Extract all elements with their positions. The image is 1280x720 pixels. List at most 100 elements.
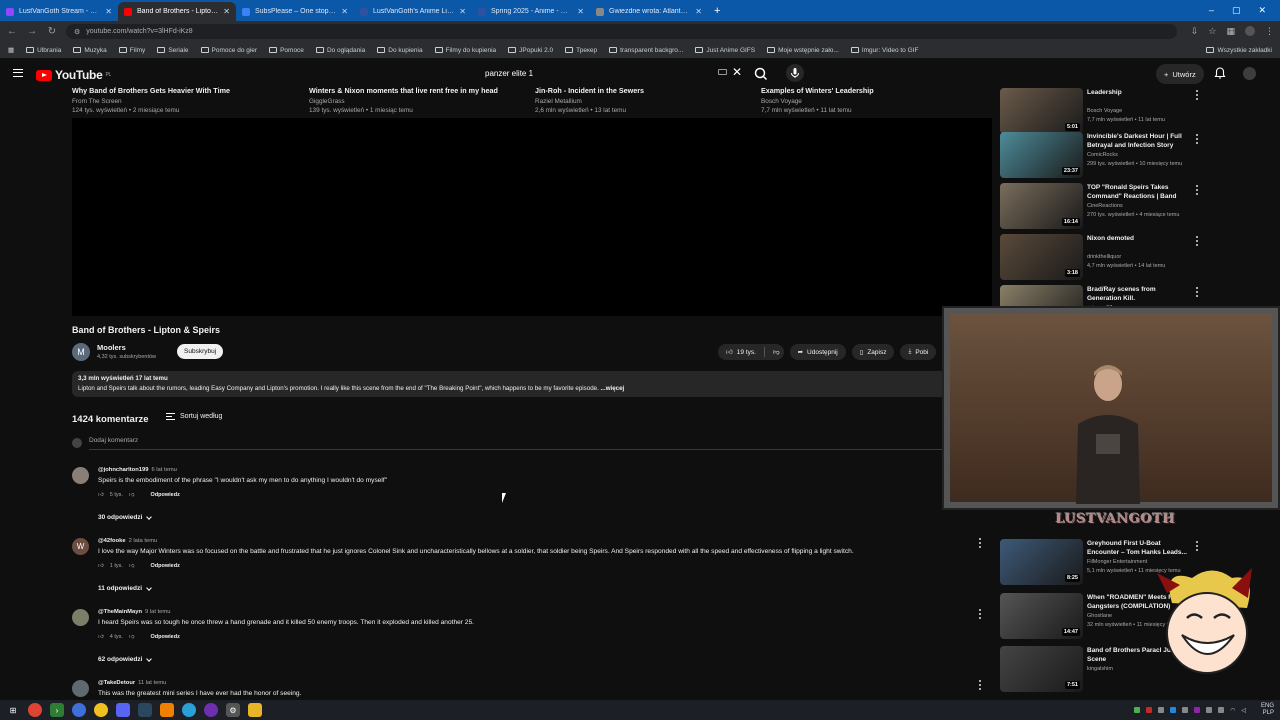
tray-icon[interactable] — [1218, 707, 1225, 713]
account-avatar[interactable] — [1243, 67, 1256, 80]
keyboard-icon[interactable] — [718, 69, 727, 75]
tab-close-icon[interactable]: ✕ — [105, 7, 112, 16]
bookmark-item[interactable]: Muzyka — [73, 47, 107, 54]
minimize-icon[interactable]: – — [1209, 5, 1214, 16]
video-thumbnail[interactable]: 23:37 — [1000, 132, 1083, 178]
like-button[interactable]: 👍︎ 19 tys. — [726, 348, 756, 357]
browser-tab[interactable]: LustVanGoth's Anime List - My ✕ — [354, 2, 472, 21]
commenter-avatar[interactable]: W — [72, 538, 89, 555]
sidebar-video-channel[interactable]: Ghostlane — [1087, 613, 1112, 619]
sidebar-video-title[interactable]: Nixon demoted — [1087, 235, 1187, 244]
comment-timestamp[interactable]: 2 lata temu — [129, 538, 158, 544]
browser-tab[interactable]: Spring 2025 - Anime - MyAnim ✕ — [472, 2, 590, 21]
comment-timestamp[interactable]: 9 lat temu — [145, 609, 170, 615]
view-replies-button[interactable]: 30 odpowiedzi — [98, 513, 153, 521]
bookmark-item[interactable]: Filmy do kupienia — [434, 47, 496, 54]
tray-icon[interactable] — [1146, 707, 1153, 713]
browser-tab[interactable]: Band of Brothers - Lipton & Sp ✕ — [118, 2, 236, 21]
related-video-card[interactable]: Winters & Nixon moments that live rent f… — [309, 86, 529, 114]
comment-like-button[interactable]: 👍︎ — [98, 563, 104, 569]
video-menu-icon[interactable] — [1195, 134, 1199, 144]
steam-icon[interactable] — [138, 703, 152, 717]
video-menu-icon[interactable] — [1195, 236, 1199, 246]
comment-like-button[interactable]: 👍︎ — [98, 492, 104, 498]
video-thumbnail[interactable]: 7:51 — [1000, 646, 1083, 692]
related-video-card[interactable]: Examples of Winters' Leadership Bosch Voy… — [761, 86, 981, 114]
comment-like-button[interactable]: 👍︎ — [98, 634, 104, 640]
sidebar-video-title[interactable]: Invincible's Darkest Hour | Full Betraya… — [1087, 133, 1187, 150]
reply-button[interactable]: Odpowiedz — [151, 492, 180, 498]
video-thumbnail[interactable]: 16:14 — [1000, 183, 1083, 229]
video-menu-icon[interactable] — [1195, 287, 1199, 297]
chrome-icon[interactable] — [28, 703, 42, 717]
bookmark-item[interactable]: Ulbrania — [26, 47, 61, 54]
telegram-icon[interactable] — [182, 703, 196, 717]
tray-icon[interactable] — [1182, 707, 1189, 713]
tab-close-icon[interactable]: ✕ — [223, 7, 230, 16]
related-video-card[interactable]: Why Band of Brothers Gets Heavier With T… — [72, 86, 292, 114]
tray-icon[interactable] — [1206, 707, 1213, 713]
sidebar-video-title[interactable]: Greyhound First U-Boat Encounter – Tom H… — [1087, 540, 1187, 557]
comment-menu-icon[interactable] — [978, 609, 982, 619]
tray-icon[interactable] — [1134, 707, 1141, 713]
vlc-icon[interactable] — [160, 703, 174, 717]
bookmark-item[interactable]: Do kupienia — [377, 47, 423, 54]
wifi-icon[interactable]: ◠ — [1230, 707, 1235, 714]
profile-icon[interactable] — [1245, 25, 1255, 38]
bookmark-item[interactable]: Трекер — [565, 47, 597, 54]
search-icon[interactable] — [752, 65, 770, 83]
tab-close-icon[interactable]: ✕ — [577, 7, 584, 16]
view-replies-button[interactable]: 11 odpowiedzi — [98, 584, 152, 592]
bookmark-item[interactable]: Moje wstępnie zało... — [767, 47, 839, 54]
apps-icon[interactable]: ▦ — [8, 46, 14, 54]
video-thumbnail[interactable]: 14:47 — [1000, 593, 1083, 639]
reply-button[interactable]: Odpowiedz — [151, 563, 180, 569]
hamburger-menu-icon[interactable] — [13, 69, 23, 77]
bookmark-item[interactable]: Pomoce — [269, 47, 304, 54]
forward-icon[interactable]: → — [26, 26, 38, 37]
bookmark-all[interactable]: Wszystkie zakładki — [1206, 47, 1272, 54]
comment-dislike-button[interactable]: 👎︎ — [129, 634, 135, 640]
create-button[interactable]: + Utwórz — [1156, 64, 1204, 84]
sidebar-video-channel[interactable]: Bosch Voyage — [1087, 108, 1122, 114]
obs-icon[interactable] — [204, 703, 218, 717]
comment-timestamp[interactable]: 11 lat temu — [138, 680, 166, 686]
sidebar-video-channel[interactable]: kingalshim — [1087, 666, 1113, 672]
sort-comments-button[interactable]: Sortuj według — [166, 413, 222, 420]
video-menu-icon[interactable] — [1195, 90, 1199, 100]
language-indicator[interactable]: ENG PLP — [1252, 703, 1274, 717]
bookmark-item[interactable]: Pomoce do gier — [200, 47, 257, 54]
tab-close-icon[interactable]: ✕ — [695, 7, 702, 16]
site-info-icon[interactable]: ⚙ — [74, 28, 80, 36]
bookmark-star-icon[interactable]: ☆ — [1208, 26, 1216, 38]
app-icon[interactable] — [94, 703, 108, 717]
comment-dislike-button[interactable]: 👎︎ — [129, 563, 135, 569]
bookmark-item[interactable]: JPopuki 2.0 — [508, 47, 553, 54]
video-thumbnail[interactable]: 8:25 — [1000, 539, 1083, 585]
maximize-icon[interactable]: ▢ — [1232, 5, 1241, 16]
video-description[interactable]: 3,3 mln wyświetleń 17 lat temu Lipton an… — [72, 371, 952, 397]
video-menu-icon[interactable] — [1195, 541, 1199, 551]
volume-icon[interactable]: ◁ — [1241, 707, 1246, 714]
video-player[interactable] — [72, 118, 992, 316]
search-input[interactable]: panzer elite 1 — [475, 63, 747, 84]
sidebar-video-item[interactable]: 3:18 Nixon demoted drinkthelliquor 4,7 mln … — [1000, 234, 1204, 280]
terminal-icon[interactable]: › — [50, 703, 64, 717]
menu-icon[interactable]: ⋮ — [1265, 26, 1274, 38]
show-more-link[interactable]: ...więcej — [601, 385, 625, 392]
bookmark-item[interactable]: Seriale — [157, 47, 189, 54]
browser-tab[interactable]: SubsPlease – One stop shop fo ✕ — [236, 2, 354, 21]
comment-menu-icon[interactable] — [978, 538, 982, 548]
bookmark-item[interactable]: transparent backgro... — [609, 47, 683, 54]
commenter-avatar[interactable] — [72, 467, 89, 484]
bookmark-item[interactable]: Just Anime GIFS — [695, 47, 755, 54]
view-replies-button[interactable]: 62 odpowiedzi — [98, 655, 153, 663]
close-icon[interactable]: ✕ — [1258, 5, 1266, 16]
sidebar-video-item[interactable]: 5:01 Leadership Bosch Voyage 7,7 mln wyświe… — [1000, 88, 1204, 134]
commenter-avatar[interactable] — [72, 680, 89, 697]
browser-icon[interactable] — [72, 703, 86, 717]
bookmark-item[interactable]: Do oglądania — [315, 47, 365, 54]
channel-avatar[interactable]: M — [72, 343, 90, 361]
sidebar-video-title[interactable]: Leadership — [1087, 89, 1187, 98]
tab-close-icon[interactable]: ✕ — [341, 7, 348, 16]
